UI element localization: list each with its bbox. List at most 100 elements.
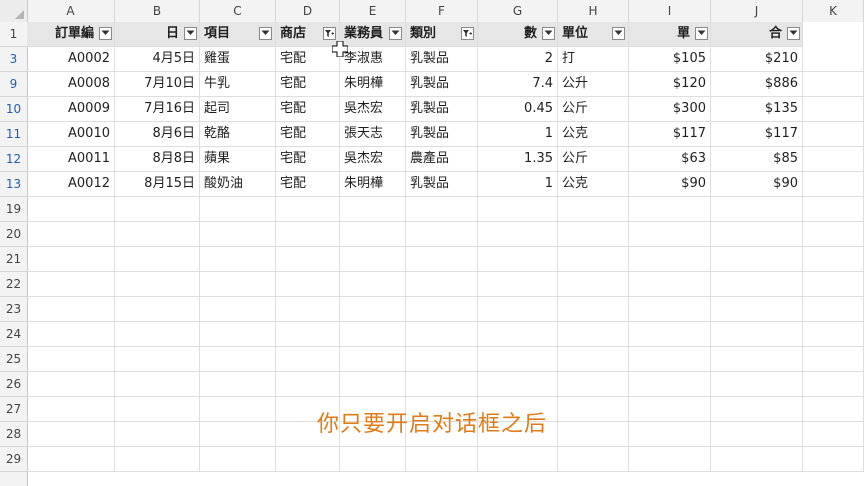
cell-f9[interactable]: 乳製品 — [406, 72, 478, 97]
cell-a23[interactable] — [27, 297, 115, 322]
cell-i12[interactable]: $63 — [629, 147, 711, 172]
cell-k10[interactable] — [803, 97, 864, 122]
cell-c25[interactable] — [200, 347, 276, 372]
cell-j1[interactable]: 合 — [711, 22, 803, 47]
row-header-19[interactable]: 19 — [0, 197, 27, 222]
cell-d22[interactable] — [276, 272, 340, 297]
cell-c12[interactable]: 蘋果 — [200, 147, 276, 172]
cell-i25[interactable] — [629, 347, 711, 372]
cell-j13[interactable]: $90 — [711, 172, 803, 197]
cell-f1[interactable]: 類別 — [406, 22, 478, 47]
cell-d9[interactable]: 宅配 — [276, 72, 340, 97]
cell-j22[interactable] — [711, 272, 803, 297]
cell-c23[interactable] — [200, 297, 276, 322]
cell-g29[interactable] — [478, 447, 558, 472]
row-header-3[interactable]: 3 — [0, 47, 27, 72]
cell-e21[interactable] — [340, 247, 406, 272]
cell-b24[interactable] — [115, 322, 200, 347]
cell-c22[interactable] — [200, 272, 276, 297]
cell-j23[interactable] — [711, 297, 803, 322]
cell-e10[interactable]: 吳杰宏 — [340, 97, 406, 122]
row-header-1[interactable]: 1 — [0, 22, 27, 47]
cell-c1[interactable]: 項目 — [200, 22, 276, 47]
row-header-10[interactable]: 10 — [0, 97, 27, 122]
cell-a1[interactable]: 訂單編 — [27, 22, 115, 47]
cell-a12[interactable]: A0011 — [27, 147, 115, 172]
cell-h13[interactable]: 公克 — [558, 172, 629, 197]
cell-g21[interactable] — [478, 247, 558, 272]
cell-e23[interactable] — [340, 297, 406, 322]
column-header-b[interactable]: B — [115, 0, 200, 22]
cell-h22[interactable] — [558, 272, 629, 297]
cell-j3[interactable]: $210 — [711, 47, 803, 72]
cell-j20[interactable] — [711, 222, 803, 247]
cell-e20[interactable] — [340, 222, 406, 247]
cell-h25[interactable] — [558, 347, 629, 372]
filter-dropdown-icon[interactable] — [542, 27, 555, 40]
cell-e13[interactable]: 朱明樺 — [340, 172, 406, 197]
cell-b10[interactable]: 7月16日 — [115, 97, 200, 122]
cell-a3[interactable]: A0002 — [27, 47, 115, 72]
cell-j9[interactable]: $886 — [711, 72, 803, 97]
row-header-11[interactable]: 11 — [0, 122, 27, 147]
filter-dropdown-icon[interactable] — [612, 27, 625, 40]
cell-a24[interactable] — [27, 322, 115, 347]
cell-k13[interactable] — [803, 172, 864, 197]
cell-d29[interactable] — [276, 447, 340, 472]
cell-j11[interactable]: $117 — [711, 122, 803, 147]
cell-g1[interactable]: 數 — [478, 22, 558, 47]
cell-b25[interactable] — [115, 347, 200, 372]
cell-k19[interactable] — [803, 197, 864, 222]
cell-c3[interactable]: 雞蛋 — [200, 47, 276, 72]
row-header-23[interactable]: 23 — [0, 297, 27, 322]
cell-c11[interactable]: 乾酪 — [200, 122, 276, 147]
cell-e12[interactable]: 吳杰宏 — [340, 147, 406, 172]
column-header-k[interactable]: K — [803, 0, 864, 22]
cell-k21[interactable] — [803, 247, 864, 272]
column-header-i[interactable]: I — [629, 0, 711, 22]
cell-e1[interactable]: 業務員 — [340, 22, 406, 47]
cell-i11[interactable]: $117 — [629, 122, 711, 147]
cell-k29[interactable] — [803, 447, 864, 472]
cell-a10[interactable]: A0009 — [27, 97, 115, 122]
cell-h26[interactable] — [558, 372, 629, 397]
cell-k20[interactable] — [803, 222, 864, 247]
row-header-20[interactable]: 20 — [0, 222, 27, 247]
cell-f21[interactable] — [406, 247, 478, 272]
cell-f3[interactable]: 乳製品 — [406, 47, 478, 72]
cell-k24[interactable] — [803, 322, 864, 347]
cell-f13[interactable]: 乳製品 — [406, 172, 478, 197]
cell-i29[interactable] — [629, 447, 711, 472]
cell-f24[interactable] — [406, 322, 478, 347]
cell-j26[interactable] — [711, 372, 803, 397]
cell-f25[interactable] — [406, 347, 478, 372]
cell-d23[interactable] — [276, 297, 340, 322]
row-header-13[interactable]: 13 — [0, 172, 27, 197]
cell-k9[interactable] — [803, 72, 864, 97]
cell-k22[interactable] — [803, 272, 864, 297]
select-all-button[interactable] — [0, 0, 28, 22]
cell-j10[interactable]: $135 — [711, 97, 803, 122]
cell-f10[interactable]: 乳製品 — [406, 97, 478, 122]
cell-b29[interactable] — [115, 447, 200, 472]
cell-c26[interactable] — [200, 372, 276, 397]
column-header-g[interactable]: G — [478, 0, 558, 22]
cell-i22[interactable] — [629, 272, 711, 297]
filter-dropdown-icon[interactable] — [787, 27, 800, 40]
cell-b11[interactable]: 8月6日 — [115, 122, 200, 147]
row-header-26[interactable]: 26 — [0, 372, 27, 397]
cell-j24[interactable] — [711, 322, 803, 347]
cell-a26[interactable] — [27, 372, 115, 397]
cell-e3[interactable]: 李淑惠 — [340, 47, 406, 72]
cell-h24[interactable] — [558, 322, 629, 347]
cell-i23[interactable] — [629, 297, 711, 322]
cell-g9[interactable]: 7.4 — [478, 72, 558, 97]
column-header-c[interactable]: C — [200, 0, 276, 22]
cell-h29[interactable] — [558, 447, 629, 472]
filter-active-icon[interactable] — [323, 27, 336, 40]
cell-f11[interactable]: 乳製品 — [406, 122, 478, 147]
cell-g10[interactable]: 0.45 — [478, 97, 558, 122]
filter-dropdown-icon[interactable] — [695, 27, 708, 40]
cell-i10[interactable]: $300 — [629, 97, 711, 122]
cell-a25[interactable] — [27, 347, 115, 372]
